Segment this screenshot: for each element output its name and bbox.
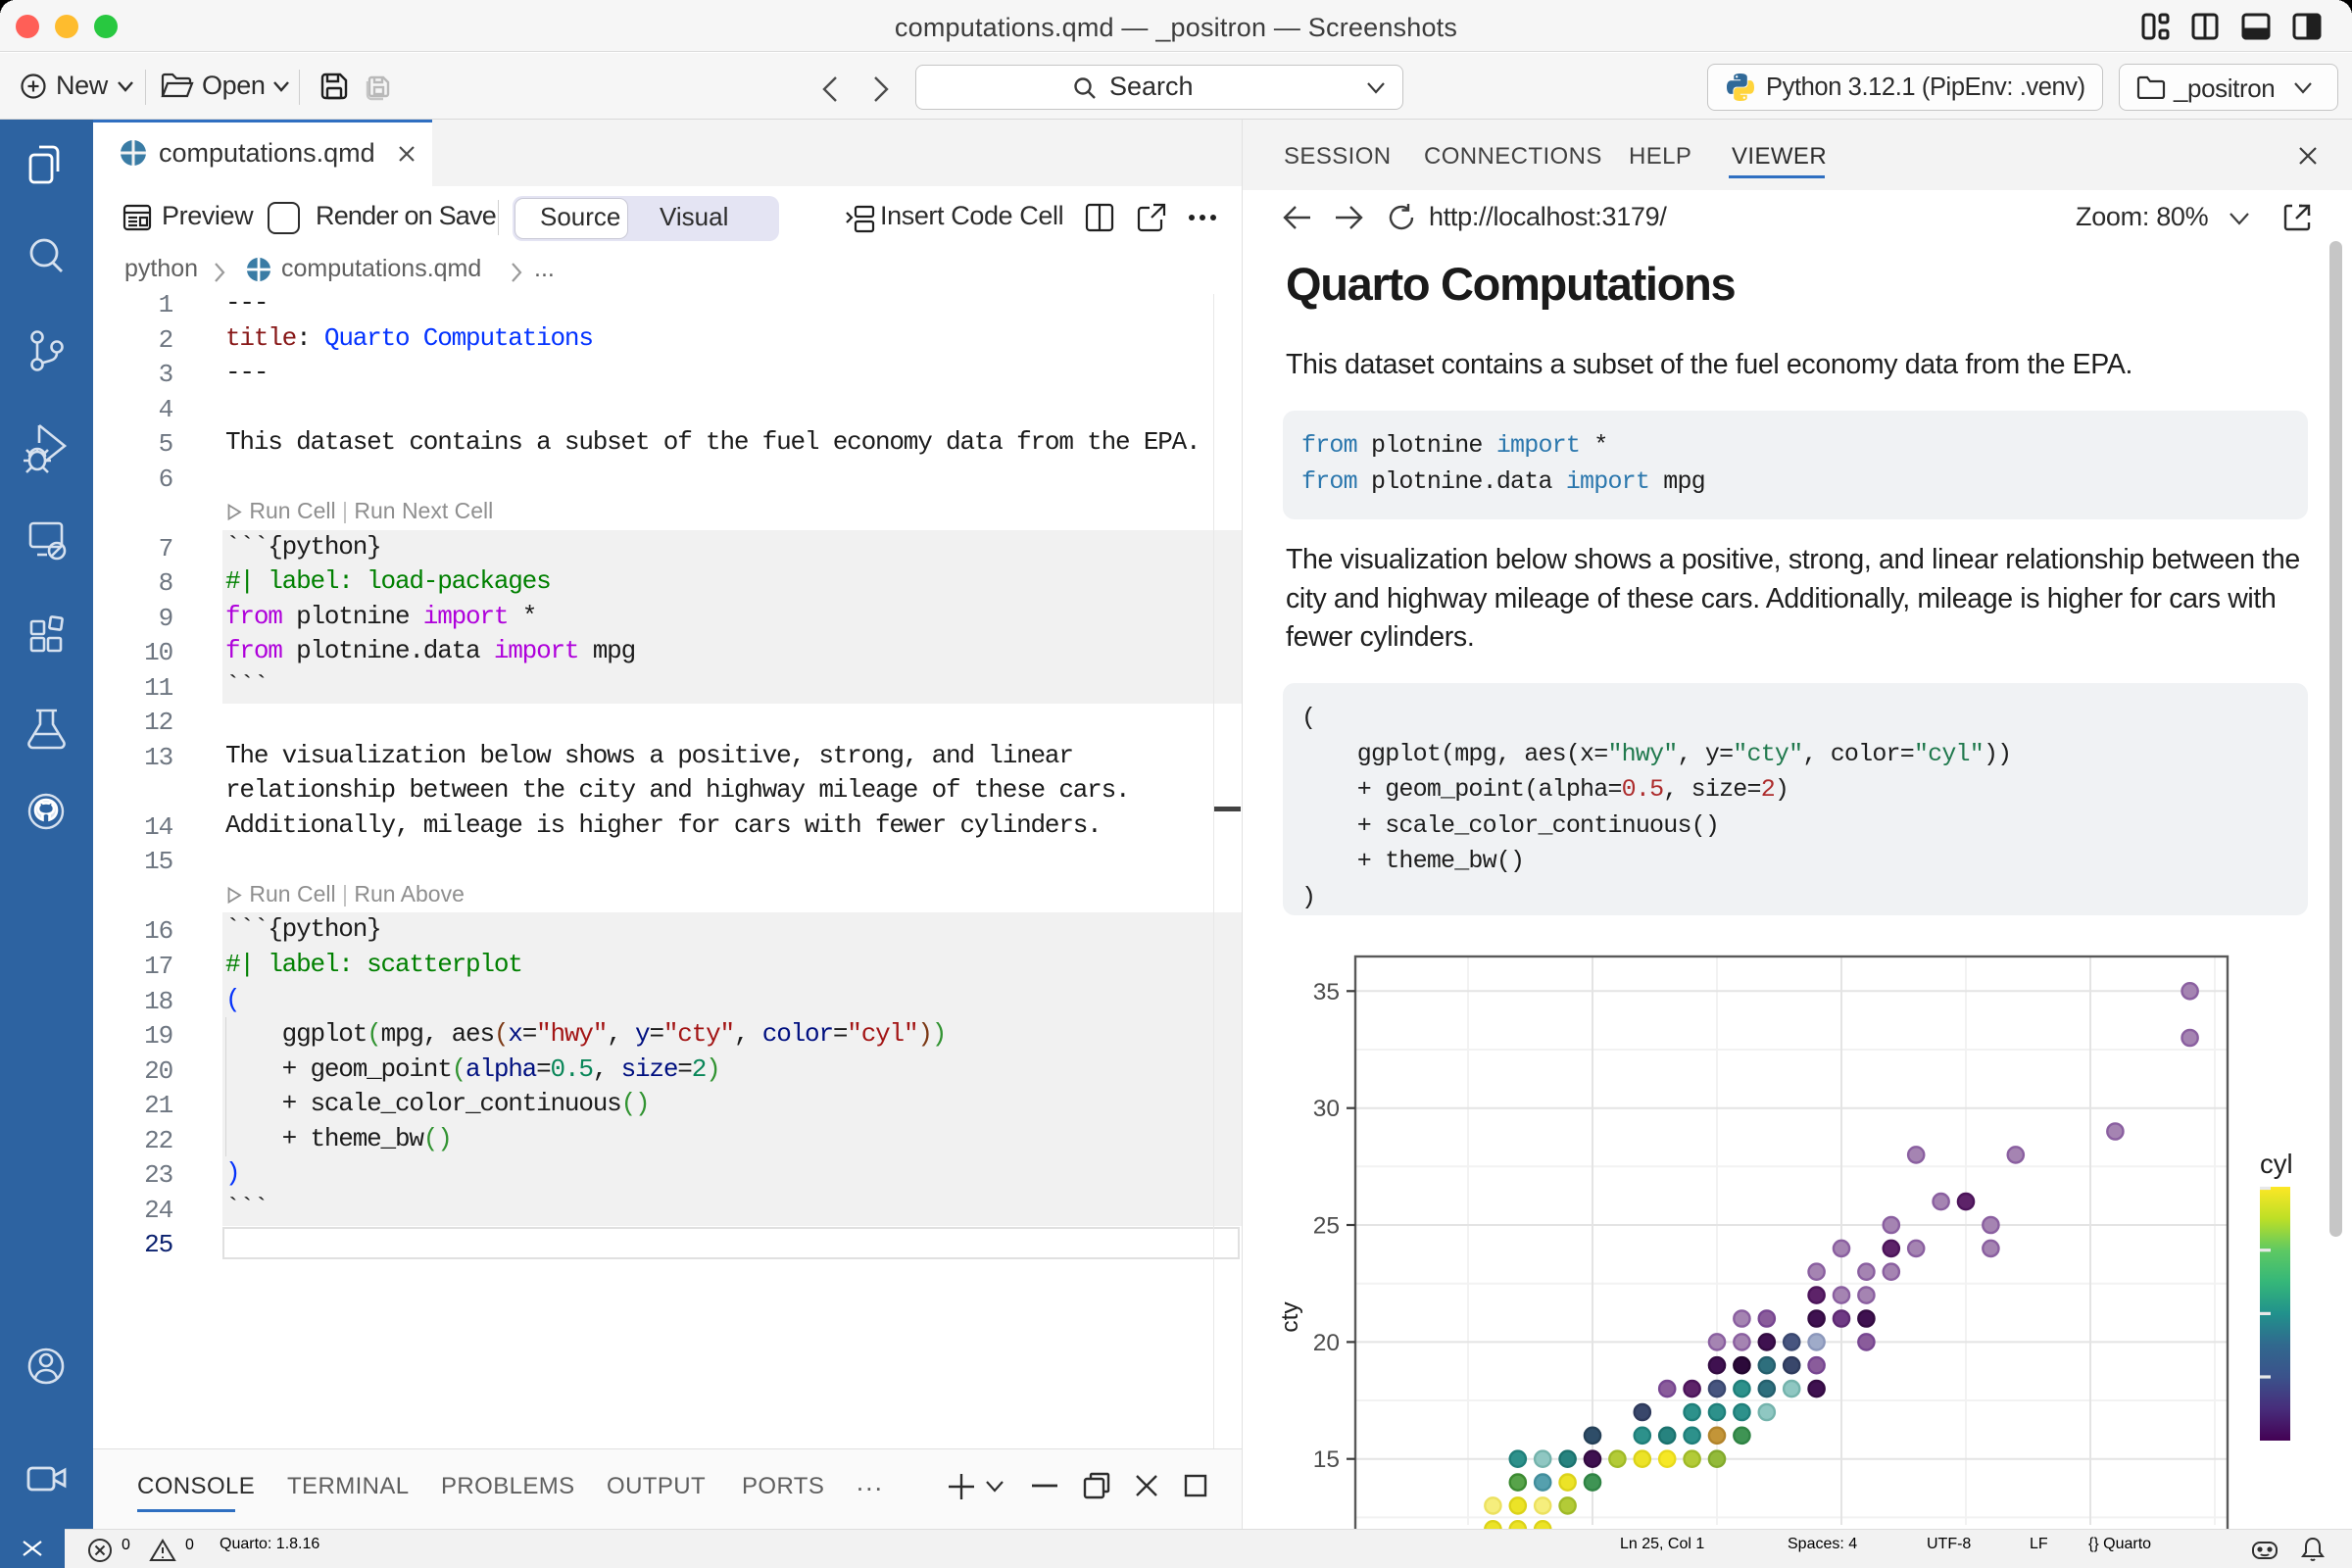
svg-text:cyl: cyl [2260, 1149, 2293, 1179]
svg-text:25: 25 [1313, 1213, 1340, 1240]
svg-text:15: 15 [1313, 1446, 1340, 1473]
svg-text:35: 35 [1313, 979, 1340, 1005]
svg-text:30: 30 [1313, 1096, 1340, 1122]
svg-text:cty: cty [1277, 1301, 1303, 1333]
svg-text:20: 20 [1313, 1330, 1340, 1356]
